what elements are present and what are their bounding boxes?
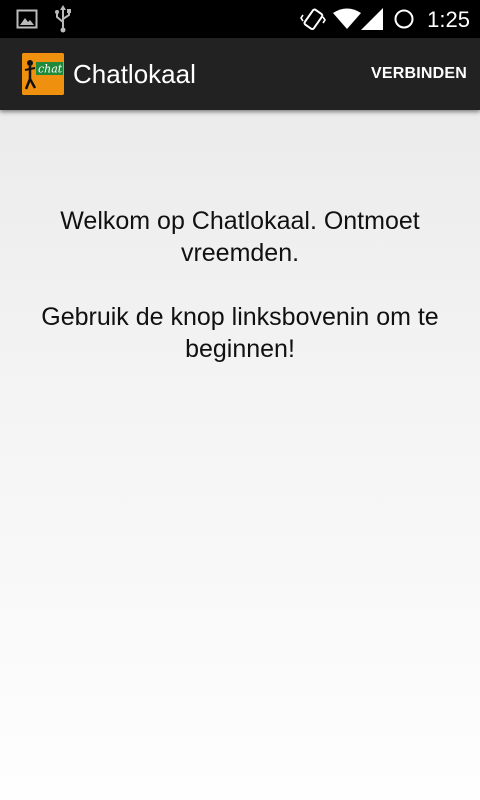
cell-signal-icon <box>361 0 383 38</box>
welcome-text: Welkom op Chatlokaal. Ontmoet vreemden. <box>60 207 420 267</box>
status-bar: 1:25 <box>0 0 480 38</box>
vibrate-icon <box>300 0 326 38</box>
app-logo-icon[interactable]: chat <box>22 53 64 95</box>
status-time: 1:25 <box>427 7 470 32</box>
sync-icon <box>393 0 415 38</box>
usb-icon <box>54 0 72 38</box>
instruction-text: Gebruik de knop linksbovenin om te begin… <box>41 303 439 363</box>
action-bar: chat Chatlokaal VERBINDEN <box>0 38 480 110</box>
wifi-icon <box>333 0 361 38</box>
gallery-notification-icon <box>16 0 38 38</box>
svg-text:chat: chat <box>38 63 63 76</box>
connect-button[interactable]: VERBINDEN <box>358 38 480 110</box>
app-title: Chatlokaal <box>73 59 196 89</box>
screen: 1:25 chat Chatlokaal VERBINDEN Welkom op… <box>0 0 480 800</box>
main-content: Welkom op Chatlokaal. Ontmoet vreemden. … <box>0 205 480 365</box>
